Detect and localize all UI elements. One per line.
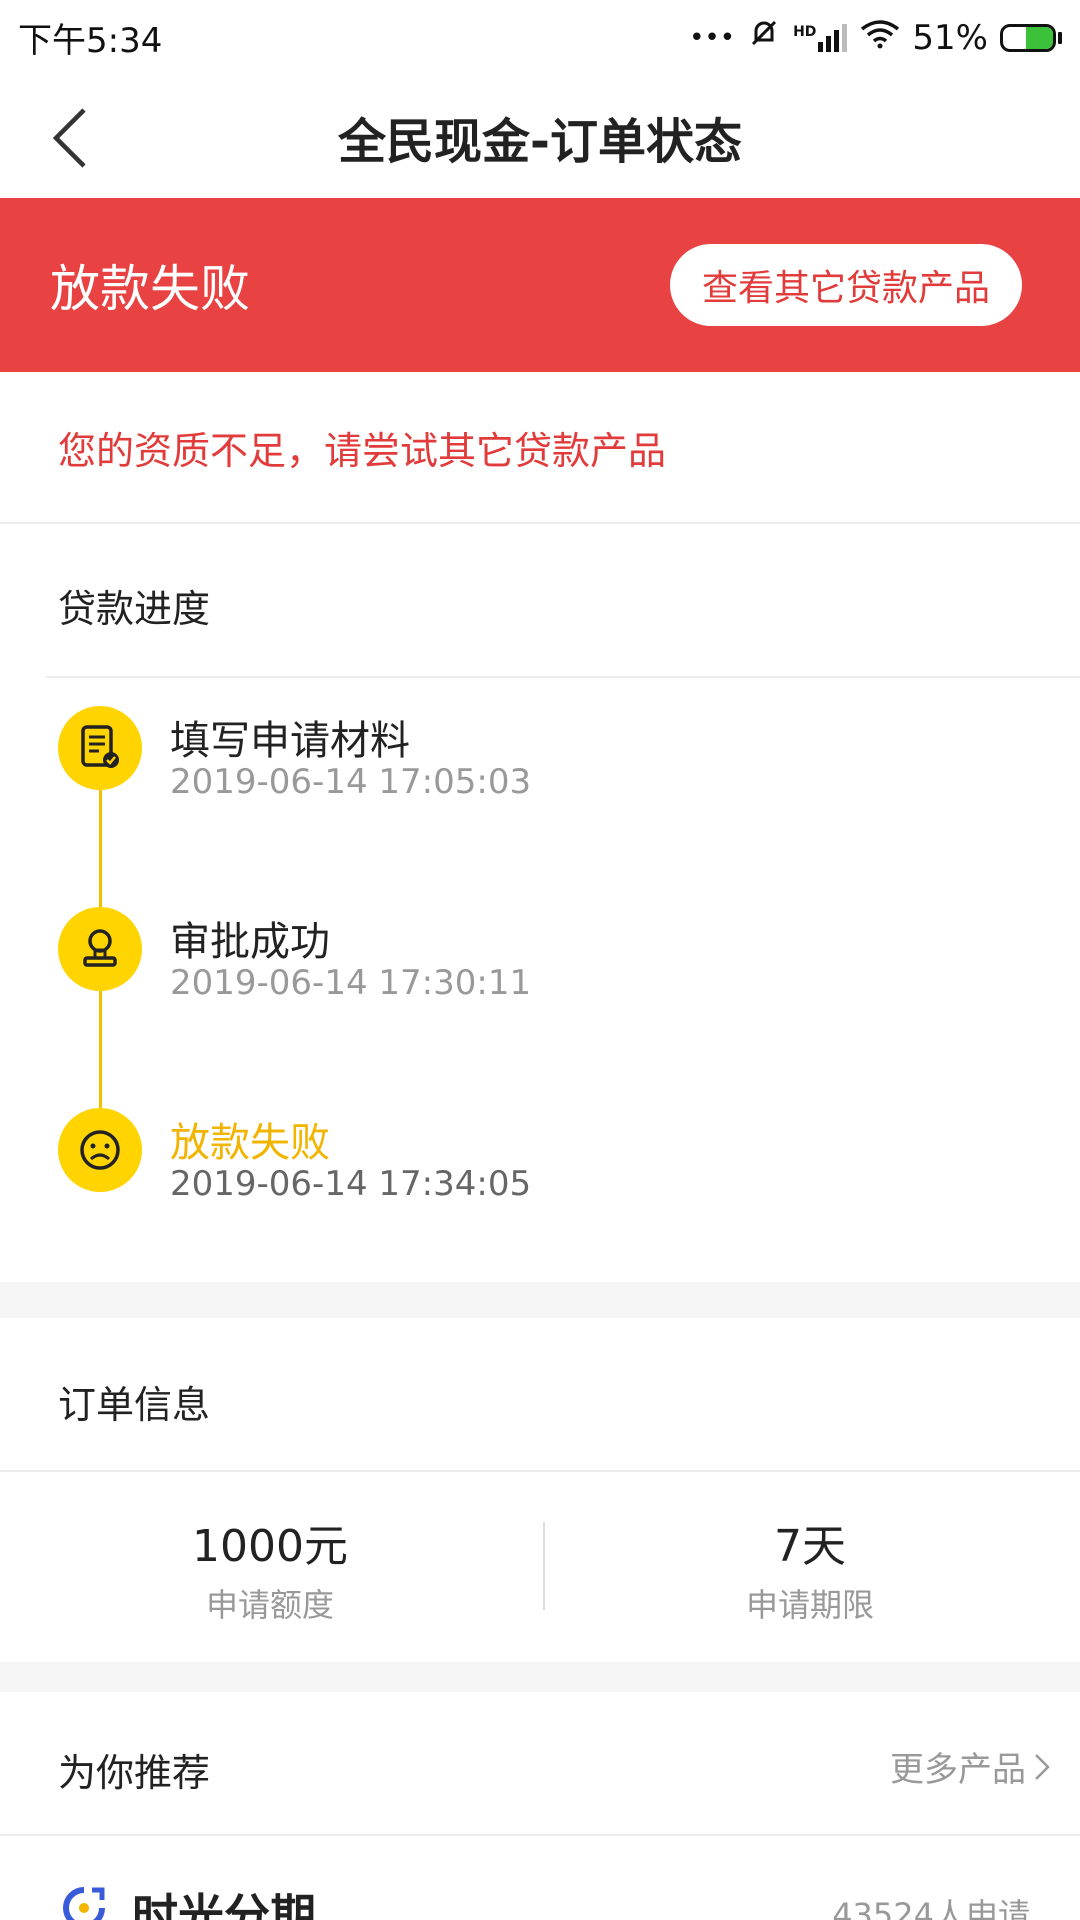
divider bbox=[0, 1470, 1080, 1472]
product-logo-icon bbox=[62, 1886, 106, 1920]
progress-section-title: 贷款进度 bbox=[58, 587, 211, 631]
chevron-left-icon bbox=[52, 108, 86, 168]
nav-bar: 全民现金-订单状态 bbox=[0, 75, 1080, 198]
step-label: 填写申请材料 bbox=[170, 718, 410, 764]
mute-bell-icon bbox=[747, 16, 781, 59]
step-time: 2019-06-14 17:05:03 bbox=[170, 762, 532, 802]
failure-reason-message: 您的资质不足，请尝试其它贷款产品 bbox=[0, 372, 1080, 524]
stamp-icon bbox=[58, 907, 142, 991]
view-other-loans-button[interactable]: 查看其它贷款产品 bbox=[669, 244, 1022, 326]
timeline-step: 填写申请材料 2019-06-14 17:05:03 bbox=[58, 706, 1058, 806]
document-check-icon bbox=[58, 706, 142, 790]
more-products-link[interactable]: 更多产品 bbox=[890, 1742, 1050, 1791]
section-gap bbox=[0, 1662, 1080, 1692]
sad-face-icon bbox=[58, 1108, 142, 1192]
timeline-step: 审批成功 2019-06-14 17:30:11 bbox=[58, 907, 1058, 1007]
section-gap bbox=[0, 1282, 1080, 1318]
loan-status-title: 放款失败 bbox=[50, 260, 250, 318]
step-label: 审批成功 bbox=[170, 919, 330, 965]
cell-signal-icon: HD bbox=[793, 23, 848, 52]
divider bbox=[46, 676, 1080, 678]
wifi-icon bbox=[860, 18, 900, 58]
product-apply-count: 43524人申请 bbox=[832, 1896, 1030, 1920]
battery-icon bbox=[1000, 23, 1062, 52]
back-button[interactable] bbox=[40, 103, 100, 173]
amount-value: 1000元 bbox=[192, 1521, 348, 1572]
order-section-title: 订单信息 bbox=[58, 1383, 211, 1427]
term-value: 7天 bbox=[774, 1521, 846, 1572]
status-icons: ••• HD 51% bbox=[689, 16, 1062, 59]
step-time: 2019-06-14 17:30:11 bbox=[170, 963, 532, 1003]
chevron-right-icon bbox=[1035, 1753, 1050, 1780]
divider bbox=[0, 1834, 1080, 1836]
amount-stat: 1000元 申请额度 bbox=[0, 1510, 540, 1626]
status-bar: 下午5:34 ••• HD 51% bbox=[0, 0, 1080, 75]
product-item[interactable]: 时光分期 43524人申请 bbox=[0, 1880, 1080, 1920]
more-products-label: 更多产品 bbox=[890, 1750, 1026, 1790]
more-dots-icon: ••• bbox=[689, 22, 736, 53]
recommend-section-title: 为你推荐 bbox=[58, 1751, 211, 1795]
status-time: 下午5:34 bbox=[18, 21, 163, 61]
status-banner: 放款失败 查看其它贷款产品 bbox=[0, 198, 1080, 372]
amount-label: 申请额度 bbox=[205, 1586, 334, 1624]
timeline-step: 放款失败 2019-06-14 17:34:05 bbox=[58, 1108, 1058, 1208]
term-label: 申请期限 bbox=[745, 1586, 874, 1624]
page-title: 全民现金-订单状态 bbox=[338, 113, 742, 170]
step-time: 2019-06-14 17:34:05 bbox=[170, 1164, 532, 1204]
term-stat: 7天 申请期限 bbox=[540, 1510, 1080, 1626]
step-label: 放款失败 bbox=[170, 1120, 330, 1166]
battery-percent: 51% bbox=[912, 17, 988, 58]
product-name: 时光分期 bbox=[132, 1889, 316, 1920]
